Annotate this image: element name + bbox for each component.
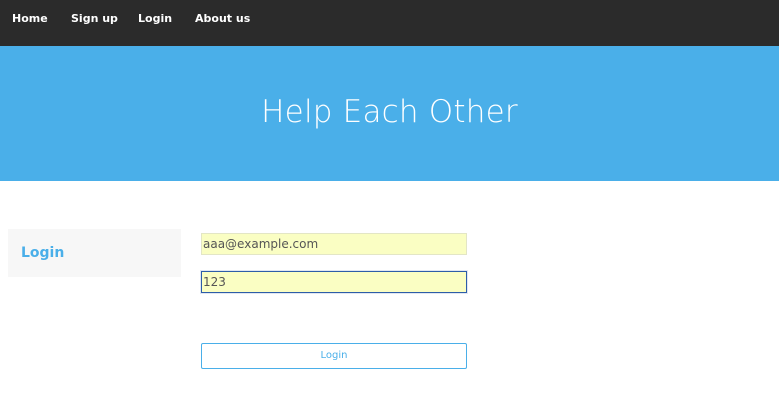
password-input[interactable] — [201, 271, 467, 293]
sidebar-title: Login — [21, 245, 65, 261]
nav-about-link[interactable]: About us — [195, 12, 250, 26]
sidebar-panel: Login — [8, 229, 181, 277]
nav-signup-link[interactable]: Sign up — [71, 12, 118, 26]
login-button[interactable]: Login — [201, 343, 467, 369]
nav-login-link[interactable]: Login — [138, 12, 172, 26]
email-input[interactable] — [201, 233, 467, 255]
hero-title: Help Each Other — [261, 94, 518, 130]
hero-banner: Help Each Other — [0, 46, 779, 181]
top-navbar: Home Sign up Login About us — [0, 0, 779, 46]
nav-home-link[interactable]: Home — [12, 12, 48, 26]
